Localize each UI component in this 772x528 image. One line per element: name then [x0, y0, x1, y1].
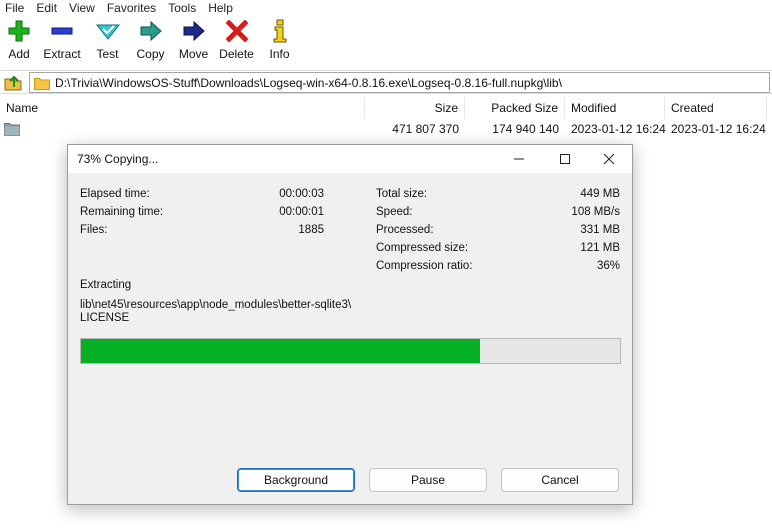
plus-icon: [7, 18, 31, 44]
remaining-time-label: Remaining time:: [80, 206, 164, 218]
row-created: 2023-01-12 16:24: [671, 122, 766, 136]
test-button[interactable]: Test: [86, 18, 129, 66]
progress-fill: [81, 339, 480, 363]
total-size-value: 449 MB: [580, 188, 620, 200]
delete-label: Delete: [219, 47, 254, 61]
minimize-icon: [514, 158, 524, 160]
current-file: LICENSE: [80, 312, 130, 324]
compressed-size-value: 121 MB: [580, 242, 620, 254]
processed-label: Processed:: [376, 224, 434, 236]
close-icon: [603, 153, 615, 165]
add-button[interactable]: Add: [0, 18, 38, 66]
progress-dialog: 73% Copying... Elapsed time: 00:00:03 Re…: [67, 144, 633, 505]
compression-ratio-value: 36%: [596, 260, 620, 272]
info-button[interactable]: Info: [258, 18, 301, 66]
maximize-icon: [560, 154, 570, 164]
row-size: 471 807 370: [392, 122, 459, 136]
menu-tools[interactable]: Tools: [162, 0, 202, 16]
row-packed-size: 174 940 140: [492, 122, 559, 136]
current-path: lib\net45\resources\app\node_modules\bet…: [80, 299, 352, 311]
dialog-titlebar[interactable]: 73% Copying...: [68, 145, 632, 173]
dialog-title: 73% Copying...: [77, 152, 159, 166]
cancel-button[interactable]: Cancel: [501, 468, 619, 492]
copy-button[interactable]: Copy: [129, 18, 172, 66]
column-created[interactable]: Created: [665, 97, 767, 119]
folder-icon: [4, 122, 20, 139]
processed-value: 331 MB: [580, 224, 620, 236]
x-icon: [225, 18, 249, 44]
elapsed-time-label: Elapsed time:: [80, 188, 150, 200]
folder-icon: [34, 76, 50, 93]
add-label: Add: [8, 47, 30, 61]
files-value: 1885: [298, 224, 324, 236]
remaining-time-value: 00:00:01: [279, 206, 324, 218]
menu-file[interactable]: File: [0, 0, 30, 16]
background-button[interactable]: Background: [237, 468, 355, 492]
menu-favorites[interactable]: Favorites: [101, 0, 162, 16]
test-label: Test: [96, 47, 119, 61]
up-folder-button[interactable]: [4, 73, 22, 91]
compression-ratio-label: Compression ratio:: [376, 260, 473, 272]
files-label: Files:: [80, 224, 108, 236]
path-input[interactable]: D:\Trivia\WindowsOS-Stuff\Downloads\Logs…: [29, 72, 770, 93]
info-icon: [268, 18, 292, 44]
extract-label: Extract: [43, 47, 81, 61]
toolbar: Add Extract Test Copy Move Delete Info: [0, 18, 301, 66]
speed-value: 108 MB/s: [571, 206, 620, 218]
speed-label: Speed:: [376, 206, 413, 218]
menu-help[interactable]: Help: [202, 0, 239, 16]
info-label: Info: [269, 47, 290, 61]
menu-bar: File Edit View Favorites Tools Help: [0, 0, 772, 16]
list-header: Name Size Packed Size Modified Created: [0, 97, 772, 119]
arrow-right-icon: [139, 18, 163, 44]
column-packed-size[interactable]: Packed Size: [465, 97, 565, 119]
compressed-size-label: Compressed size:: [376, 242, 469, 254]
row-modified: 2023-01-12 16:24: [571, 122, 666, 136]
move-label: Move: [178, 47, 209, 61]
extract-button[interactable]: Extract: [38, 18, 86, 66]
maximize-button[interactable]: [542, 145, 588, 173]
copy-label: Copy: [136, 47, 165, 61]
delete-button[interactable]: Delete: [215, 18, 258, 66]
address-bar: D:\Trivia\WindowsOS-Stuff\Downloads\Logs…: [0, 70, 772, 94]
move-button[interactable]: Move: [172, 18, 215, 66]
minus-icon: [50, 18, 74, 44]
menu-edit[interactable]: Edit: [30, 0, 63, 16]
total-size-label: Total size:: [376, 188, 428, 200]
list-item[interactable]: 471 807 370 174 940 140 2023-01-12 16:24…: [0, 120, 772, 138]
folder-up-icon: [4, 75, 22, 91]
close-button[interactable]: [586, 145, 632, 173]
menu-view[interactable]: View: [63, 0, 101, 16]
arrow-right-icon: [182, 18, 206, 44]
column-name[interactable]: Name: [0, 97, 365, 119]
elapsed-time-value: 00:00:03: [279, 188, 324, 200]
progress-bar: [80, 338, 621, 364]
column-modified[interactable]: Modified: [565, 97, 665, 119]
minimize-button[interactable]: [496, 145, 542, 173]
operation-label: Extracting: [80, 279, 132, 291]
path-text: D:\Trivia\WindowsOS-Stuff\Downloads\Logs…: [55, 76, 562, 90]
pause-button[interactable]: Pause: [369, 468, 487, 492]
column-size[interactable]: Size: [365, 97, 465, 119]
check-icon: [95, 18, 120, 44]
